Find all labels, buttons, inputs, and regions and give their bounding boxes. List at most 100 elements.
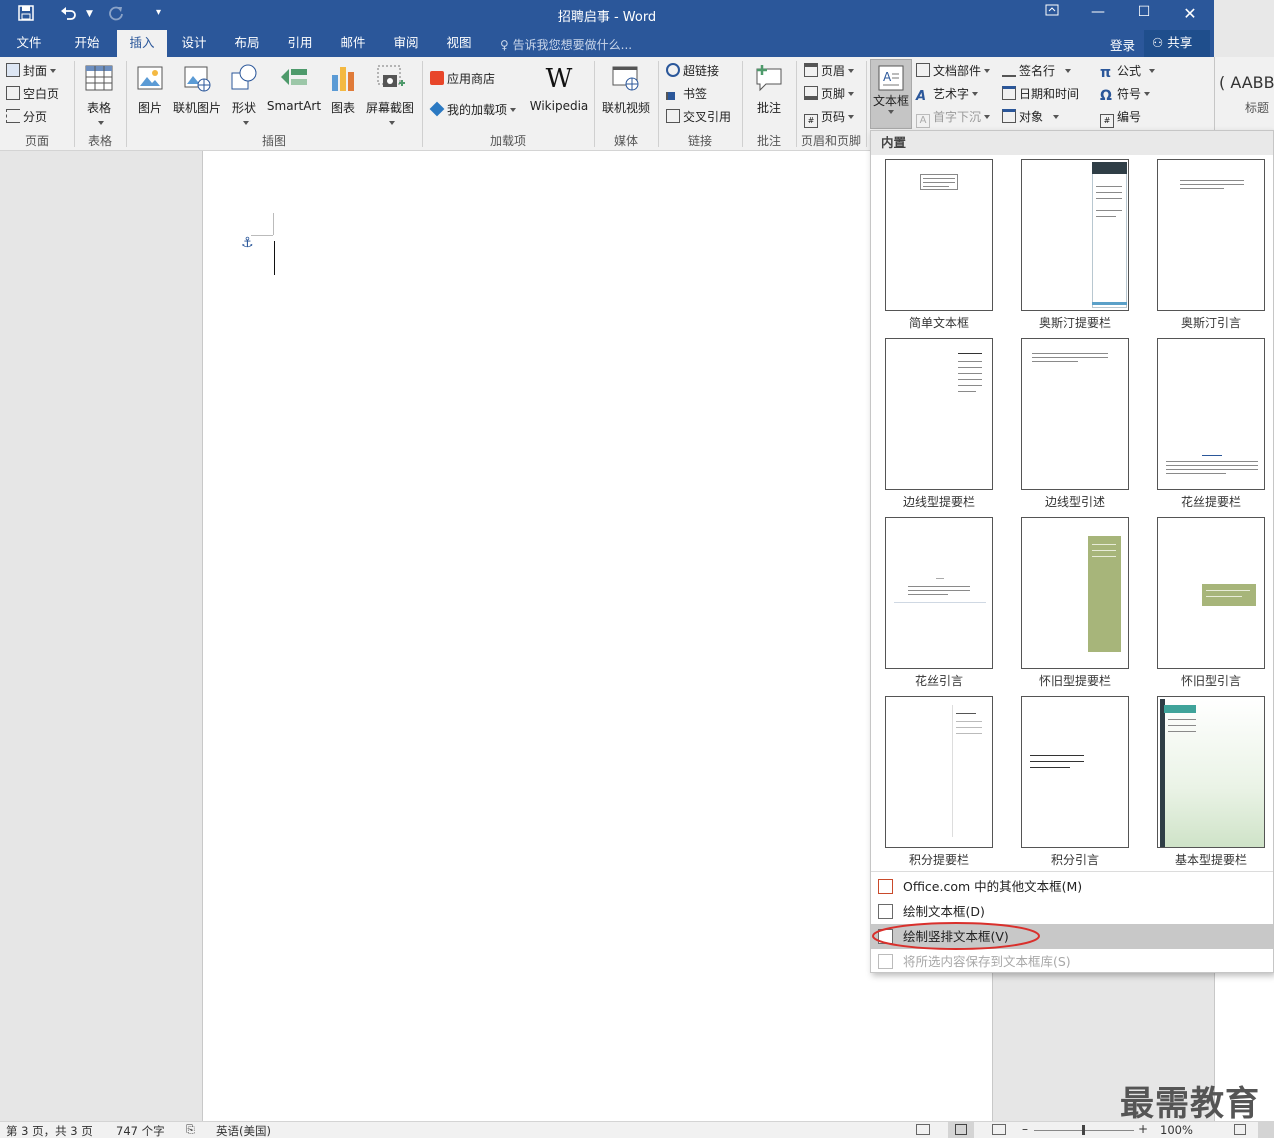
gallery-caption: 奥斯汀提要栏	[1038, 316, 1111, 330]
more-textboxes-office-com[interactable]: Office.com 中的其他文本框(M)	[871, 874, 1273, 899]
picture-icon	[134, 63, 166, 95]
zoom-slider-thumb[interactable]	[1082, 1125, 1085, 1135]
group-label-header-footer: 页眉和页脚	[800, 134, 861, 148]
textbox-icon: A	[877, 64, 905, 92]
chart-button[interactable]: 图表	[326, 63, 360, 116]
group-label-comments: 批注	[756, 134, 781, 148]
tab-references[interactable]: 引用	[277, 30, 323, 57]
gallery-item-filigree-quote[interactable]	[885, 517, 993, 669]
ribbon-display-options-icon[interactable]	[1042, 4, 1062, 20]
gallery-item-filigree-sidebar[interactable]	[1157, 338, 1265, 490]
date-time-button[interactable]: 日期和时间	[1002, 84, 1079, 104]
page-number-button[interactable]: # 页码	[804, 107, 855, 128]
proofing-icon[interactable]: ⎘	[186, 1123, 195, 1137]
table-button[interactable]: 表格	[80, 63, 118, 130]
shapes-button[interactable]: 形状	[226, 63, 262, 130]
smartart-button[interactable]: SmartArt	[266, 63, 322, 113]
zoom-out-icon[interactable]: –	[1022, 1122, 1028, 1136]
page-count[interactable]: 第 3 页，共 3 页	[6, 1123, 93, 1139]
thumb-preview	[1160, 699, 1264, 847]
footer-button[interactable]: 页脚	[804, 84, 855, 104]
thumb-preview	[1092, 162, 1127, 308]
gallery-item-retro-sidebar[interactable]	[1021, 517, 1129, 669]
online-video-button[interactable]: 联机视频	[600, 63, 652, 116]
screenshot-button[interactable]: 屏幕截图	[364, 63, 416, 130]
page-number-icon: #	[804, 114, 818, 128]
print-layout-icon-2[interactable]	[1258, 1122, 1274, 1138]
read-mode-icon[interactable]	[916, 1124, 930, 1135]
tab-home[interactable]: 开始	[64, 30, 110, 57]
share-button[interactable]: ⚇ 共享	[1144, 30, 1210, 57]
margin-marker	[273, 213, 274, 235]
wordart-button[interactable]: A 艺术字	[916, 84, 979, 104]
window-title: 招聘启事 - Word	[557, 10, 657, 25]
gallery-item-basic-sidebar[interactable]	[1157, 696, 1265, 848]
tab-review[interactable]: 审阅	[383, 30, 429, 57]
gallery-caption: 边线型引述	[1044, 495, 1105, 509]
header-button[interactable]: 页眉	[804, 61, 855, 81]
maximize-icon[interactable]: ☐	[1134, 4, 1154, 20]
quick-parts-icon	[916, 63, 930, 77]
omega-icon: Ω	[1100, 88, 1112, 104]
tab-layout[interactable]: 布局	[224, 30, 270, 57]
addins-cube-icon	[429, 101, 445, 117]
gallery-item-austin-quote[interactable]	[1157, 159, 1265, 311]
word-count[interactable]: 747 个字	[116, 1123, 165, 1139]
wikipedia-w-icon: W	[545, 64, 573, 94]
highlight-ellipse	[872, 922, 1040, 950]
print-layout-icon[interactable]	[948, 1122, 974, 1138]
quick-parts-button[interactable]: 文档部件	[916, 61, 991, 81]
signature-pen-icon	[1002, 63, 1016, 77]
hyperlink-icon	[666, 63, 680, 77]
zoom-level[interactable]: 100%	[1160, 1123, 1193, 1137]
gallery-item-edge-sidebar[interactable]	[885, 338, 993, 490]
minimize-icon[interactable]: —	[1088, 4, 1108, 20]
tab-design[interactable]: 设计	[171, 30, 217, 57]
bookmark-button[interactable]: 书签	[666, 84, 707, 104]
read-mode-icon-2[interactable]	[1234, 1124, 1246, 1135]
tab-view[interactable]: 视图	[436, 30, 482, 57]
cross-reference-button[interactable]: 交叉引用	[666, 107, 731, 127]
drop-cap-icon: A	[916, 114, 930, 128]
close-icon[interactable]: ✕	[1180, 4, 1200, 23]
cover-page-button[interactable]: 封面	[6, 61, 57, 81]
ribbon-tabs: 文件 开始 插入 设计 布局 引用 邮件 审阅 视图 ♀ 告诉我您想要做什么..…	[0, 30, 1214, 57]
wikipedia-button[interactable]: W Wikipedia	[528, 63, 590, 113]
gallery-item-austin-sidebar[interactable]	[1021, 159, 1129, 311]
tell-me-box[interactable]: ♀ 告诉我您想要做什么...	[500, 36, 632, 53]
lightbulb-icon: ♀	[500, 38, 509, 52]
comment-button[interactable]: 批注	[750, 63, 788, 116]
online-picture-button[interactable]: 联机图片	[172, 63, 222, 116]
store-bag-icon	[430, 71, 444, 85]
signature-line-button[interactable]: 签名行	[1002, 61, 1072, 81]
tab-mailings[interactable]: 邮件	[330, 30, 376, 57]
thumb-preview	[1202, 584, 1256, 606]
tab-file[interactable]: 文件	[6, 30, 52, 57]
picture-button[interactable]: 图片	[132, 63, 168, 116]
object-button[interactable]: 对象	[1002, 107, 1060, 127]
bookmark-flag-icon	[666, 92, 680, 100]
language-indicator[interactable]: 英语(美国)	[216, 1123, 271, 1139]
gallery-item-integral-quote[interactable]	[1021, 696, 1129, 848]
page-break-button[interactable]: 分页	[6, 107, 47, 127]
tab-insert[interactable]: 插入	[117, 30, 167, 57]
blank-page-button[interactable]: 空白页	[6, 84, 59, 104]
textbox-button[interactable]: A 文本框	[870, 59, 912, 129]
gallery-item-retro-quote[interactable]	[1157, 517, 1265, 669]
background-window-strip	[1214, 0, 1274, 57]
equation-button[interactable]: π 公式	[1100, 61, 1156, 81]
group-label-links: 链接	[687, 134, 712, 148]
draw-textbox-icon	[878, 904, 893, 919]
thumb-preview	[1088, 536, 1121, 652]
gallery-item-simple-textbox[interactable]	[885, 159, 993, 311]
web-layout-icon[interactable]	[992, 1124, 1006, 1135]
hyperlink-button[interactable]: 超链接	[666, 61, 719, 81]
sign-in-link[interactable]: 登录	[1110, 35, 1135, 54]
gallery-item-integral-sidebar[interactable]	[885, 696, 993, 848]
my-addins-button[interactable]: 我的加载项	[429, 100, 517, 120]
numbering-button[interactable]: # 编号	[1100, 107, 1141, 128]
symbol-button[interactable]: Ω 符号	[1100, 84, 1151, 104]
group-label-addins: 加载项	[489, 134, 526, 148]
gallery-item-edge-quote[interactable]	[1021, 338, 1129, 490]
store-button[interactable]: 应用商店	[430, 69, 495, 89]
